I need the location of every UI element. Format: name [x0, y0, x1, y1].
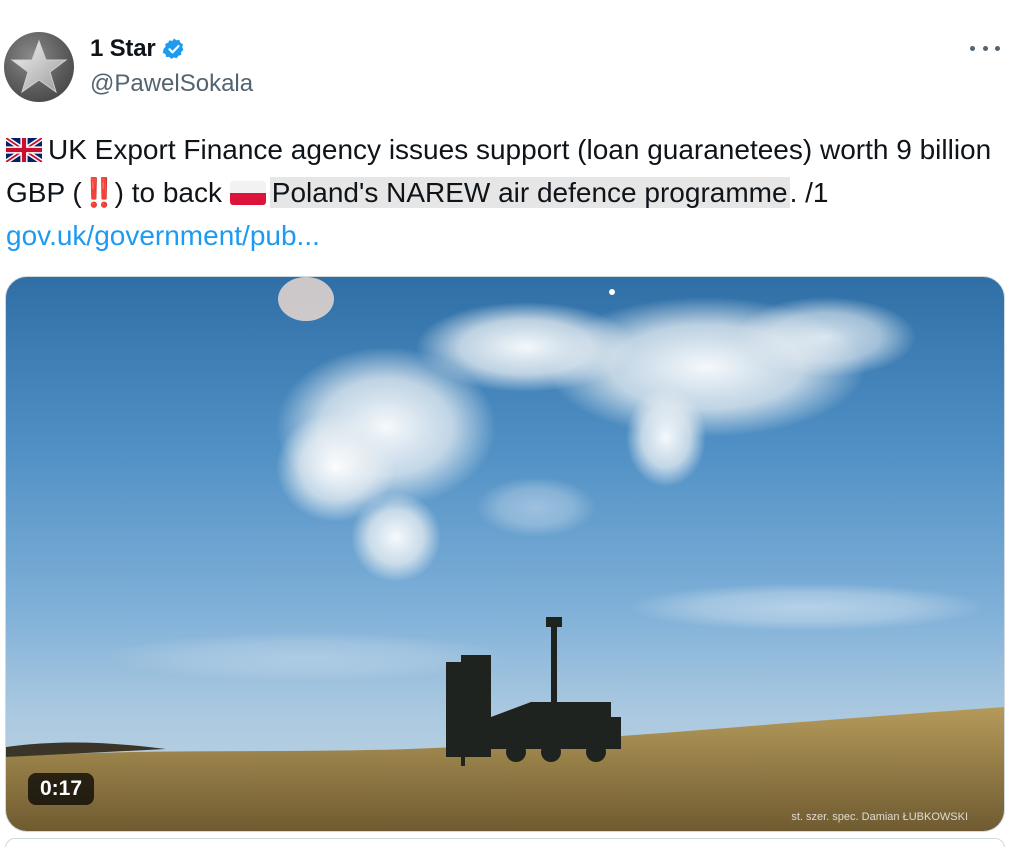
more-dot	[982, 45, 988, 51]
author-handle[interactable]: @PawelSokala	[90, 70, 253, 98]
author-display-name[interactable]: 1 Star	[90, 35, 156, 63]
tweet-text-part2: ) to back	[114, 177, 222, 208]
double-exclamation-icon: ‼️	[81, 177, 117, 208]
author-name-row: 1 Star	[90, 34, 186, 64]
star-icon	[10, 39, 68, 94]
more-dot	[970, 45, 975, 51]
poland-flag-icon	[229, 181, 266, 205]
video-credit: st. szer. spec. Damian ŁUBKOWSKI	[791, 811, 968, 823]
tweet-link[interactable]: gov.uk/government/pub...	[6, 220, 320, 251]
uk-flag-icon	[6, 138, 42, 162]
next-card-edge	[5, 838, 1005, 847]
avatar[interactable]	[4, 32, 74, 102]
tweet-card: 1 Star @PawelSokala UK Export Finance ag…	[0, 0, 1024, 847]
highlighted-text: Poland's NAREW air defence programme	[269, 177, 790, 208]
more-dot	[995, 45, 1000, 51]
verified-badge-icon	[162, 38, 183, 59]
video-player[interactable]: 0:17 st. szer. spec. Damian ŁUBKOWSKI	[5, 276, 1005, 832]
tweet-text: UK Export Finance agency issues support …	[6, 128, 1011, 257]
video-thumbnail	[6, 277, 1004, 831]
tweet-text-part3: . /1	[789, 177, 829, 208]
more-options-button[interactable]	[970, 38, 1000, 58]
video-duration-badge: 0:17	[28, 773, 95, 805]
